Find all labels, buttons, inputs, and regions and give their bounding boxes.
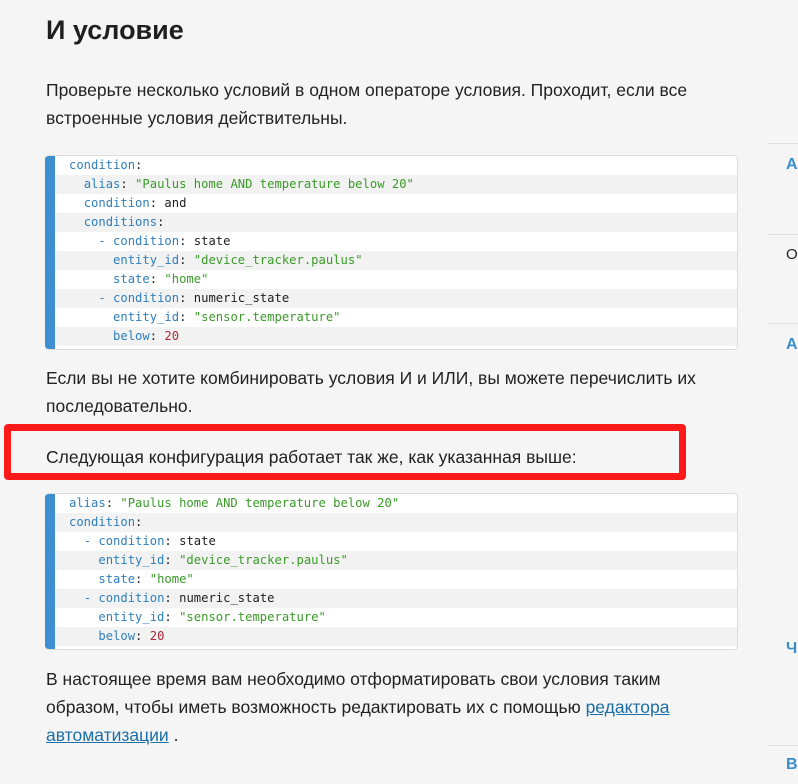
yaml-code-block-2: alias: "Paulus home AND temperature belo… <box>45 493 738 650</box>
code-line: - condition: state <box>98 234 231 248</box>
sidebar-link-1[interactable]: А <box>786 156 798 174</box>
code-line: entity_id: "device_tracker.paulus" <box>45 551 737 570</box>
code-line: entity_id: "device_tracker.paulus" <box>45 251 737 270</box>
sequential-paragraph: Если вы не хотите комбинировать условия … <box>46 368 696 416</box>
sidebar-link-4[interactable]: Ч <box>786 640 797 658</box>
highlighted-paragraph: Следующая конфигурация работает так же, … <box>46 447 577 467</box>
code-line: condition: and <box>83 196 187 210</box>
code-line: condition: <box>45 513 737 532</box>
code-line: entity_id: "sensor.temperature" <box>113 310 341 324</box>
code-line: - condition: numeric_state <box>45 589 737 608</box>
code-line: state: "home" <box>113 272 209 286</box>
sidebar-link-3[interactable]: А <box>786 336 798 354</box>
intro-paragraph: Проверьте несколько условий в одном опер… <box>46 80 688 128</box>
sidebar-divider <box>768 143 798 144</box>
code-line: entity_id: "sensor.temperature" <box>98 610 326 624</box>
code-line: alias: "Paulus home AND temperature belo… <box>45 175 737 194</box>
sidebar-divider <box>768 745 798 746</box>
code-line: - condition: state <box>83 534 216 548</box>
code-line: alias: "Paulus home AND temperature belo… <box>69 496 400 510</box>
code-line: state: "home" <box>98 572 194 586</box>
sidebar-divider <box>768 323 798 324</box>
sidebar-text-2: О <box>786 246 798 263</box>
yaml-code-block-1: condition: alias: "Paulus home AND tempe… <box>45 155 738 350</box>
sidebar-link-5[interactable]: В <box>786 756 798 774</box>
section-heading: И условие <box>46 15 184 45</box>
code-line: - condition: numeric_state <box>45 289 737 308</box>
right-sidebar: А О А Ч В <box>768 0 798 784</box>
code-line: condition: <box>69 158 143 172</box>
sidebar-divider <box>768 234 798 235</box>
doc-content: И условие Проверьте несколько условий в … <box>0 0 760 784</box>
code-line: below: 20 <box>45 327 737 346</box>
code-line: below: 20 <box>45 627 737 646</box>
code-line: conditions: <box>45 213 737 232</box>
footer-paragraph: В настоящее время вам необходимо отформа… <box>46 669 670 745</box>
